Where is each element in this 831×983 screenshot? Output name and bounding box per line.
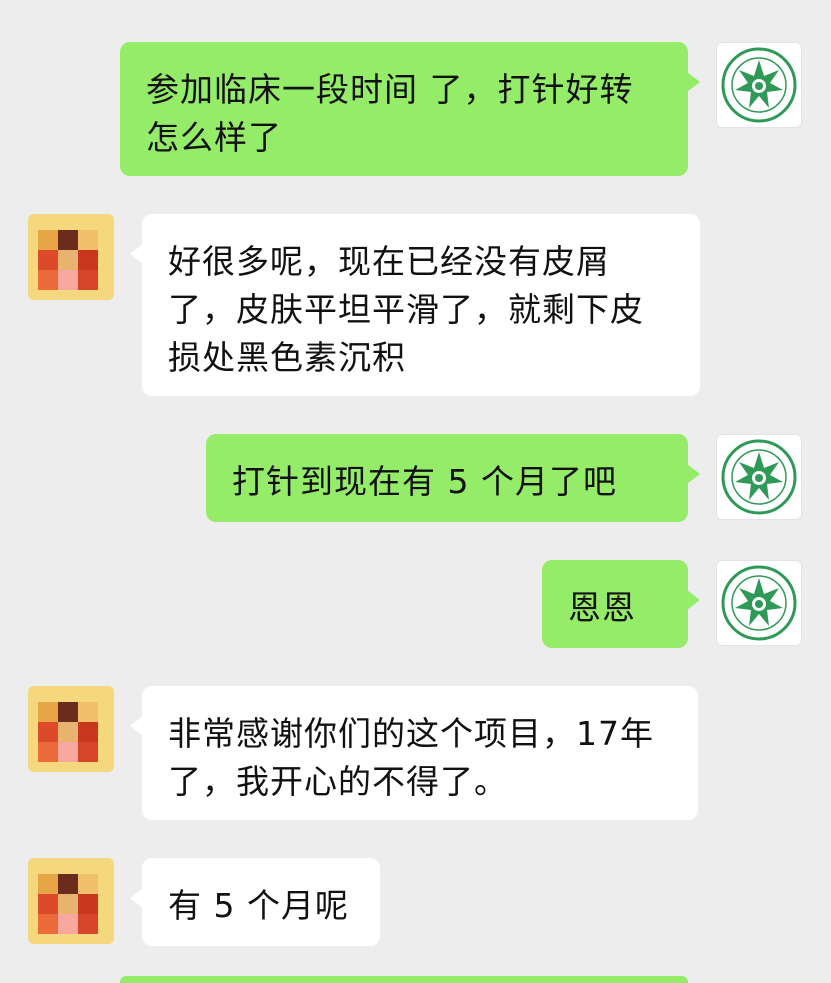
partial-message-bubble-self <box>120 976 688 983</box>
message-text: 参加临床一段时间 了，打针好转怎么样了 <box>146 70 634 157</box>
self-avatar[interactable] <box>716 560 802 646</box>
message-bubble-other[interactable]: 非常感谢你们的这个项目，17年了，我开心的不得了。 <box>130 686 698 820</box>
message-text: 有 5 个月呢 <box>168 886 349 925</box>
green-seal-logo-icon <box>721 439 797 515</box>
contact-avatar[interactable] <box>28 858 114 944</box>
pixelated-avatar-icon <box>28 858 114 944</box>
contact-avatar[interactable] <box>28 686 114 772</box>
chat-area: 参加临床一段时间 了，打针好转怎么样了 好很多呢，现在已经没有皮屑了，皮肤平坦平… <box>0 0 831 983</box>
message-bubble-other[interactable]: 好很多呢，现在已经没有皮屑了，皮肤平坦平滑了，就剩下皮损处黑色素沉积 <box>130 214 700 396</box>
message-bubble-self[interactable]: 参加临床一段时间 了，打针好转怎么样了 <box>120 42 700 176</box>
contact-avatar[interactable] <box>28 214 114 300</box>
pixelated-avatar-icon <box>28 214 114 300</box>
message-bubble-other[interactable]: 有 5 个月呢 <box>130 858 380 946</box>
message-bubble-self[interactable]: 恩恩 <box>542 560 700 648</box>
pixelated-avatar-icon <box>28 686 114 772</box>
self-avatar[interactable] <box>716 42 802 128</box>
green-seal-logo-icon <box>721 47 797 123</box>
message-text: 非常感谢你们的这个项目，17年了，我开心的不得了。 <box>168 714 654 801</box>
message-bubble-self[interactable]: 打针到现在有 5 个月了吧 <box>206 434 700 522</box>
message-text: 好很多呢，现在已经没有皮屑了，皮肤平坦平滑了，就剩下皮损处黑色素沉积 <box>168 242 644 377</box>
self-avatar[interactable] <box>716 434 802 520</box>
message-text: 恩恩 <box>568 588 636 627</box>
message-text: 打针到现在有 5 个月了吧 <box>232 462 617 501</box>
green-seal-logo-icon <box>721 565 797 641</box>
